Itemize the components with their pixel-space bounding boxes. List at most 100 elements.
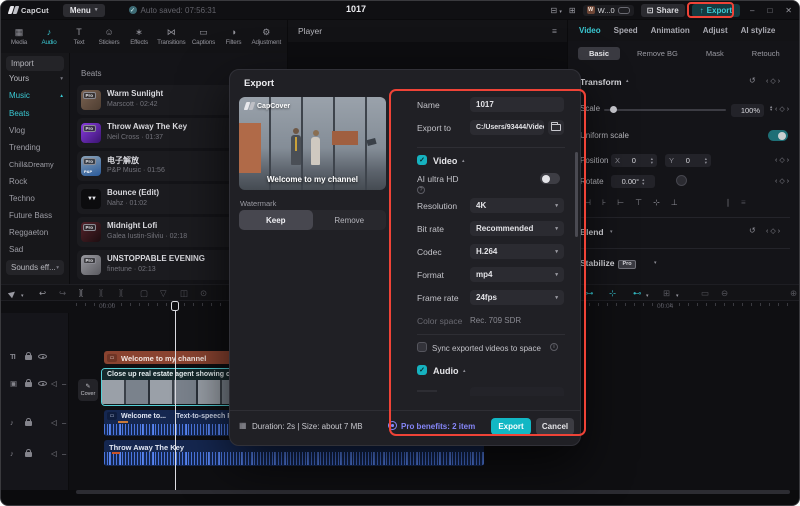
redo-icon[interactable]: ↪: [59, 288, 66, 299]
keyframe-control[interactable]: ‹◇›: [775, 105, 791, 113]
playhead-handle[interactable]: [171, 301, 179, 311]
stepper-icon[interactable]: ▴ ▾: [770, 104, 772, 112]
eye-icon[interactable]: [38, 354, 47, 359]
speaker-icon[interactable]: ◁: [51, 379, 57, 388]
tab-animation[interactable]: Animation: [651, 26, 690, 35]
remove-button[interactable]: Remove: [313, 210, 387, 230]
share-button[interactable]: ⊡ Share: [640, 3, 685, 17]
name-input[interactable]: 1017: [470, 97, 564, 112]
export-path-input[interactable]: C:/Users/93444/Videos...: [470, 120, 544, 135]
tab-transitions[interactable]: ⋈ Transitions: [157, 27, 186, 46]
notes-panel-icon[interactable]: ⊞: [569, 6, 576, 15]
format-dropdown[interactable]: mp4 ▾: [470, 267, 564, 282]
sidebar-item-music[interactable]: Music ▴: [9, 91, 63, 100]
tab-audio[interactable]: ♪ Audio: [37, 27, 61, 46]
minimize-button[interactable]: –: [747, 6, 757, 15]
linking-icon[interactable]: ⊹: [609, 288, 616, 299]
close-button[interactable]: ✕: [782, 6, 795, 15]
lock-icon[interactable]: [25, 418, 32, 426]
tab-captions[interactable]: ▭ Captions: [191, 27, 215, 46]
ai-ultra-hd-toggle[interactable]: [540, 173, 560, 184]
sidebar-item-sound-effects[interactable]: Sounds eff... ▾: [6, 260, 64, 275]
lock-icon[interactable]: [25, 379, 32, 387]
blend-section-label[interactable]: Blend: [580, 227, 604, 237]
sidebar-item-reggaeton[interactable]: Reggaeton: [9, 228, 48, 237]
maximize-button[interactable]: □: [764, 6, 775, 15]
subtab-retouch[interactable]: Retouch: [741, 47, 791, 60]
tab-filters[interactable]: ◑ Filters: [221, 27, 245, 46]
reset-icon[interactable]: ↺: [749, 226, 756, 235]
codec-dropdown[interactable]: H.264 ▾: [470, 244, 564, 259]
preview-quality-icon[interactable]: ▭: [701, 288, 709, 299]
subtab-basic[interactable]: Basic: [578, 47, 621, 60]
subtab-remove-bg[interactable]: Remove BG: [626, 47, 689, 60]
info-icon[interactable]: i: [550, 343, 558, 351]
frame-rate-dropdown[interactable]: 24fps ▾: [470, 290, 564, 305]
sidebar-item-techno[interactable]: Techno: [9, 194, 35, 203]
lock-icon[interactable]: [25, 352, 32, 360]
crop-icon[interactable]: ◫: [180, 288, 188, 299]
split-right-icon[interactable]: ][: [119, 288, 123, 299]
tab-text[interactable]: T Text: [67, 27, 91, 46]
split-icon[interactable]: ][: [79, 288, 83, 299]
subtab-mask[interactable]: Mask: [695, 47, 735, 60]
sidebar-item-vlog[interactable]: Vlog: [9, 126, 25, 135]
keyframe-control[interactable]: ‹◇›: [775, 156, 791, 164]
magnet-icon[interactable]: ⊶: [585, 288, 594, 299]
tab-speed[interactable]: Speed: [614, 26, 638, 35]
position-x-field[interactable]: X 0 ▴ ▾: [611, 154, 657, 167]
sidebar-item-chill-dreamy[interactable]: Chill&Dreamy: [9, 160, 54, 169]
menu-button[interactable]: Menu ▾: [62, 3, 105, 17]
rotate-value-field[interactable]: 0.00° ▴ ▾: [611, 175, 655, 188]
record-icon[interactable]: ⊙: [200, 288, 207, 299]
scale-slider[interactable]: [604, 109, 726, 111]
tab-adjustment[interactable]: ⚙ Adjustment: [252, 27, 282, 46]
tab-stickers[interactable]: ☺ Stickers: [97, 27, 121, 46]
more-icon[interactable]: –: [62, 379, 66, 388]
zoom-fit-icon[interactable]: ⊕: [790, 288, 797, 299]
position-y-field[interactable]: Y 0 ▴ ▾: [665, 154, 711, 167]
playhead[interactable]: [175, 301, 176, 490]
export-confirm-button[interactable]: Export: [491, 418, 531, 435]
keyframe-control[interactable]: ‹◇›: [766, 227, 782, 235]
chevron-up-icon[interactable]: ▴: [463, 368, 466, 374]
keyframe-control[interactable]: ‹◇›: [775, 177, 791, 185]
more-icon[interactable]: –: [62, 418, 66, 427]
chevron-up-icon[interactable]: ▴: [462, 158, 465, 164]
resolution-dropdown[interactable]: 4K ▾: [470, 198, 564, 213]
delete-icon[interactable]: ▢: [140, 288, 148, 299]
mask-icon[interactable]: ▽: [160, 288, 167, 299]
stabilize-section-label[interactable]: Stabilize Pro: [580, 258, 636, 269]
cancel-button[interactable]: Cancel: [536, 418, 574, 435]
pro-benefits-link[interactable]: Pro benefits: 2 item: [401, 422, 475, 431]
horizontal-scrollbar[interactable]: [76, 490, 790, 494]
sidebar-item-beats[interactable]: Beats: [9, 109, 29, 118]
keyframe-control[interactable]: ‹◇›: [766, 77, 782, 85]
export-button-top[interactable]: ↑ Export: [691, 3, 740, 17]
align-icons[interactable]: ⊣⊦⊢⊤⊹⊥: [584, 198, 689, 207]
tab-ai-stylize[interactable]: AI stylize: [741, 26, 776, 35]
split-left-icon[interactable]: ][: [99, 288, 103, 299]
zoom-out-icon[interactable]: ⊖: [721, 288, 728, 299]
preview-axis-icon[interactable]: ⊞: [663, 288, 670, 299]
more-icon[interactable]: –: [62, 449, 66, 458]
layout-icon[interactable]: ⊟ ▾: [550, 6, 561, 15]
select-tool-icon[interactable]: ▶: [6, 287, 18, 300]
scale-value[interactable]: 100%: [731, 104, 764, 117]
bit-rate-dropdown[interactable]: Recommended ▾: [470, 221, 564, 236]
cover-button[interactable]: ✎ Cover: [78, 379, 98, 401]
eye-icon[interactable]: [38, 381, 47, 386]
keep-button[interactable]: Keep: [239, 210, 313, 230]
sync-checkbox[interactable]: [417, 342, 427, 352]
audio-checkbox[interactable]: ✓: [417, 365, 427, 375]
sidebar-item-rock[interactable]: Rock: [9, 177, 27, 186]
tab-media[interactable]: ▦ Media: [7, 27, 31, 46]
reset-icon[interactable]: ↺: [749, 76, 756, 85]
sidebar-item-trending[interactable]: Trending: [9, 143, 40, 152]
dialog-scrollbar[interactable]: [575, 152, 578, 237]
browse-folder-button[interactable]: [548, 120, 564, 135]
tab-video[interactable]: Video: [579, 26, 601, 35]
help-icon[interactable]: ?: [417, 186, 425, 194]
lock-icon[interactable]: [25, 449, 32, 457]
video-checkbox[interactable]: ✓: [417, 155, 427, 165]
